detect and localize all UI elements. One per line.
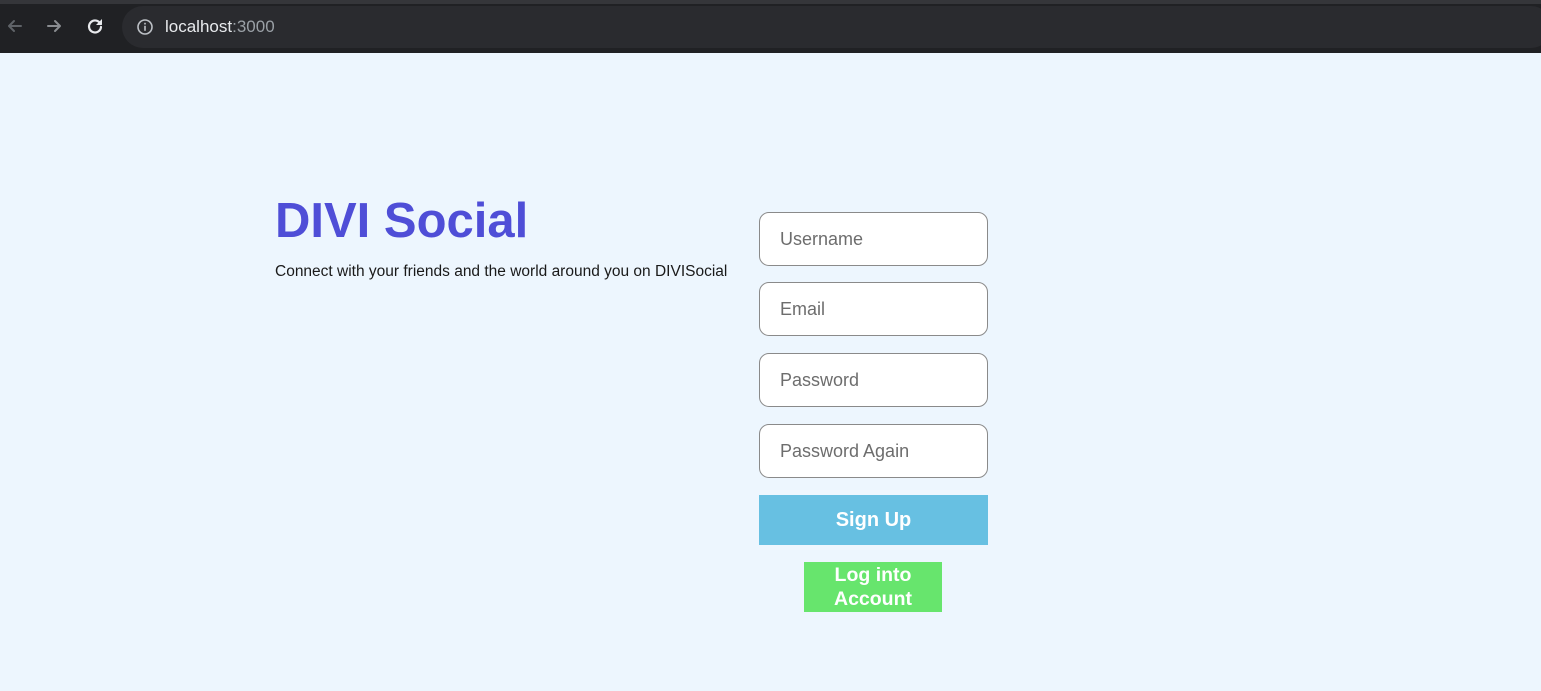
address-bar[interactable]: localhost:3000 (122, 6, 1541, 48)
log-into-account-button[interactable]: Log into Account (804, 562, 942, 612)
url-text: localhost:3000 (165, 17, 275, 37)
arrow-right-icon (47, 20, 61, 32)
brand-title: DIVI Social (275, 194, 529, 248)
reload-button[interactable] (83, 14, 107, 38)
info-icon[interactable] (136, 18, 154, 36)
url-port: :3000 (232, 17, 275, 36)
password-input[interactable] (759, 353, 988, 407)
email-input[interactable] (759, 282, 988, 336)
arrow-left-icon (8, 20, 22, 32)
url-host: localhost (165, 17, 233, 36)
back-button[interactable] (3, 14, 27, 38)
reload-icon (87, 19, 103, 34)
sign-up-button[interactable]: Sign Up (759, 495, 988, 545)
tab-strip (0, 0, 1541, 4)
password-again-input[interactable] (759, 424, 988, 478)
browser-toolbar: localhost:3000 (0, 0, 1541, 53)
page-content: DIVI Social Connect with your friends an… (0, 53, 1541, 691)
brand-description: Connect with your friends and the world … (275, 263, 728, 280)
forward-button[interactable] (42, 14, 66, 38)
username-input[interactable] (759, 212, 988, 266)
